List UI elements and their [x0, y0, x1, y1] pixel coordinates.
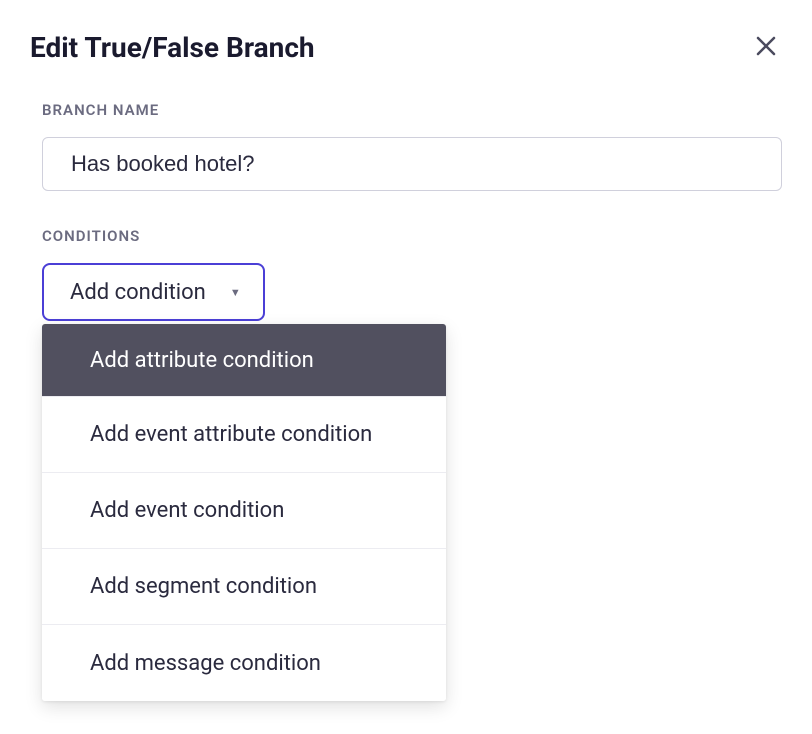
menu-item-label: Add message condition — [90, 651, 321, 676]
menu-item-label: Add segment condition — [90, 574, 317, 599]
menu-item-label: Add event attribute condition — [90, 422, 372, 447]
menu-item-add-event-attribute-condition[interactable]: Add event attribute condition — [42, 397, 446, 473]
menu-item-label: Add event condition — [90, 498, 284, 523]
close-icon — [754, 34, 778, 61]
add-condition-trigger-label: Add condition — [70, 280, 206, 305]
branch-name-group: BRANCH NAME — [42, 101, 782, 191]
conditions-group: CONDITIONS Add condition ▼ Add attribute… — [42, 227, 782, 321]
menu-item-add-message-condition[interactable]: Add message condition — [42, 625, 446, 701]
menu-item-add-attribute-condition[interactable]: Add attribute condition — [42, 324, 446, 397]
branch-name-input[interactable] — [42, 137, 782, 191]
add-condition-menu: Add attribute condition Add event attrib… — [42, 324, 446, 701]
close-button[interactable] — [750, 30, 782, 65]
add-condition-dropdown: Add condition ▼ Add attribute condition … — [42, 263, 265, 321]
add-condition-trigger[interactable]: Add condition ▼ — [42, 263, 265, 321]
conditions-label: CONDITIONS — [42, 227, 782, 245]
menu-item-label: Add attribute condition — [90, 348, 314, 373]
chevron-down-icon: ▼ — [230, 286, 241, 299]
dialog-header: Edit True/False Branch — [30, 30, 782, 65]
dialog-title: Edit True/False Branch — [30, 31, 315, 64]
menu-item-add-event-condition[interactable]: Add event condition — [42, 473, 446, 549]
branch-name-label: BRANCH NAME — [42, 101, 782, 119]
menu-item-add-segment-condition[interactable]: Add segment condition — [42, 549, 446, 625]
